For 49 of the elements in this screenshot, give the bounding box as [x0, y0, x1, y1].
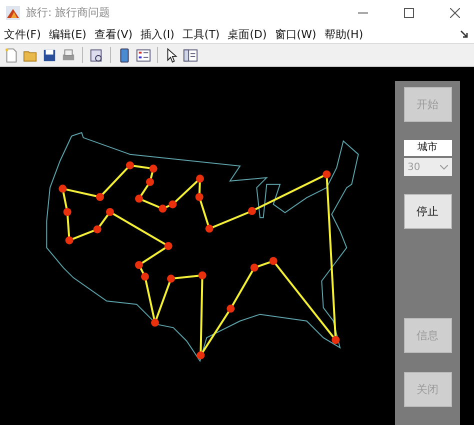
- city-dot: [126, 161, 134, 170]
- menu-item[interactable]: 文件(F): [4, 26, 41, 42]
- menu-item[interactable]: 插入(I): [140, 26, 174, 42]
- city-dot: [135, 261, 143, 269]
- city-dot: [196, 174, 204, 183]
- menu-item[interactable]: 帮助(H): [324, 26, 364, 42]
- window-title: 旅行: 旅行商问题: [26, 5, 110, 20]
- city-dot: [96, 193, 104, 201]
- city-label: 城市: [404, 140, 452, 156]
- maximize-icon[interactable]: [404, 8, 414, 18]
- menu-item[interactable]: 工具(T): [182, 26, 220, 42]
- print-preview-icon[interactable]: [89, 48, 104, 62]
- menu-item[interactable]: 编辑(E): [48, 26, 86, 42]
- close-icon[interactable]: [450, 8, 460, 18]
- city-dot: [149, 164, 158, 173]
- city-dot: [58, 184, 67, 193]
- city-dot: [168, 200, 177, 208]
- city-dot: [158, 204, 167, 213]
- menu-item[interactable]: 窗口(W): [274, 26, 316, 42]
- panel-button[interactable]: 停止: [404, 194, 452, 229]
- new-file-icon[interactable]: [4, 48, 19, 62]
- city-dot: [141, 272, 149, 281]
- city-dot: [146, 178, 154, 186]
- city-dot: [164, 242, 172, 250]
- city-dot: [195, 193, 204, 201]
- app-icon: [6, 6, 20, 20]
- legend-icon[interactable]: [136, 48, 151, 62]
- city-dot: [205, 224, 214, 233]
- city-dot: [269, 257, 278, 265]
- city-dot: [106, 208, 114, 216]
- menu-item[interactable]: 查看(V): [94, 26, 133, 42]
- property-panel-icon[interactable]: [183, 48, 198, 62]
- city-dot: [322, 170, 331, 178]
- chevron-down-icon: [440, 164, 448, 170]
- city-dot: [196, 351, 205, 360]
- city-dot: [248, 207, 256, 215]
- city-dot: [250, 264, 258, 272]
- save-icon[interactable]: [42, 48, 57, 62]
- city-dot: [135, 194, 143, 203]
- city-dot: [226, 304, 235, 313]
- city-dot: [65, 236, 74, 244]
- dock-arrow-icon[interactable]: [460, 30, 468, 38]
- city-dot: [167, 274, 175, 283]
- menu-item[interactable]: 桌面(D): [228, 26, 267, 42]
- city-dot: [93, 225, 102, 234]
- city-dot: [151, 318, 159, 327]
- city-dot: [332, 336, 340, 344]
- city-dot: [198, 271, 206, 280]
- city-dot: [63, 208, 72, 216]
